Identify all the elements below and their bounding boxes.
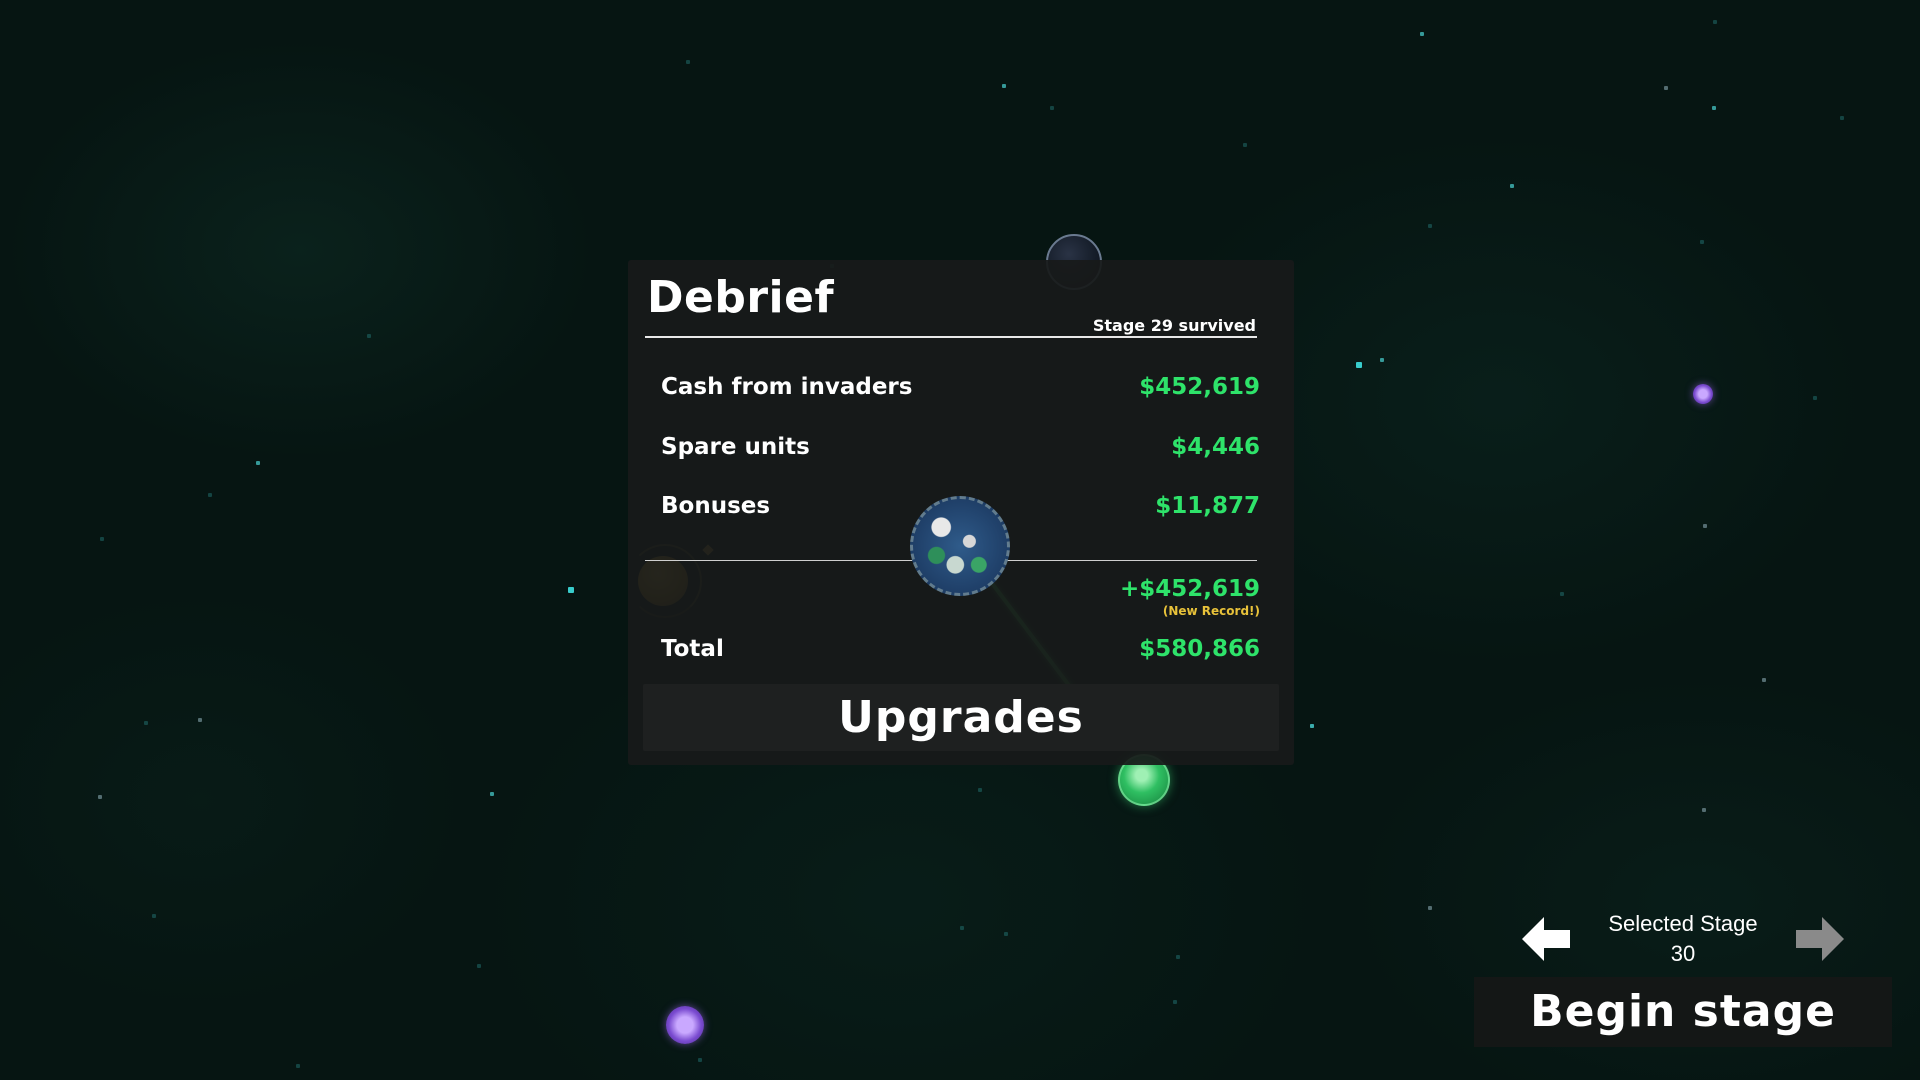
star <box>1420 32 1424 36</box>
star <box>1700 240 1704 244</box>
star <box>1380 358 1384 362</box>
star <box>1428 224 1432 228</box>
purple-planet-node[interactable] <box>666 1006 704 1044</box>
cash-from-invaders-value: $452,619 <box>1139 374 1260 400</box>
debrief-title: Debrief <box>647 272 835 323</box>
spare-units-label: Spare units <box>661 434 810 460</box>
star <box>1173 1000 1177 1004</box>
selected-stage-label: Selected Stage <box>1608 911 1758 936</box>
star <box>1702 808 1706 812</box>
star <box>686 60 690 64</box>
arrow-left-icon[interactable] <box>1518 913 1574 965</box>
star <box>1050 106 1054 110</box>
star <box>98 795 102 799</box>
star <box>1664 86 1668 90</box>
star <box>1840 116 1844 120</box>
star <box>1428 906 1432 910</box>
bonuses-label: Bonuses <box>661 493 771 519</box>
star <box>1560 592 1564 596</box>
star <box>1002 84 1006 88</box>
gain-value: +$452,619 <box>1119 576 1260 602</box>
star <box>208 493 212 497</box>
star <box>1356 362 1362 368</box>
star <box>144 721 148 725</box>
star <box>1813 396 1817 400</box>
star <box>1004 932 1008 936</box>
star <box>1713 20 1717 24</box>
star <box>1310 724 1314 728</box>
star <box>1243 143 1247 147</box>
star <box>490 792 494 796</box>
star <box>698 1058 702 1062</box>
new-record-note: (New Record!) <box>1162 604 1260 618</box>
star <box>198 718 202 722</box>
star <box>1510 184 1514 188</box>
star <box>367 334 371 338</box>
star <box>256 461 260 465</box>
total-label: Total <box>661 636 724 662</box>
total-value: $580,866 <box>1139 636 1260 662</box>
star <box>978 788 982 792</box>
star <box>1703 524 1707 528</box>
cash-from-invaders-label: Cash from invaders <box>661 374 913 400</box>
arrow-right-icon[interactable] <box>1792 913 1848 965</box>
star <box>568 587 574 593</box>
spare-units-value: $4,446 <box>1171 434 1260 460</box>
star <box>1712 106 1716 110</box>
earth-planet-node[interactable] <box>910 496 1010 596</box>
title-underline <box>645 336 1257 338</box>
star <box>960 926 964 930</box>
stage-selector: Selected Stage 30 <box>1500 895 1860 975</box>
upgrades-button[interactable]: Upgrades <box>643 684 1279 751</box>
star <box>477 964 481 968</box>
star <box>100 537 104 541</box>
begin-stage-button[interactable]: Begin stage <box>1474 977 1892 1047</box>
star <box>1176 955 1180 959</box>
stage-status: Stage 29 survived <box>1092 316 1256 335</box>
purple-planet-node[interactable] <box>1693 384 1713 404</box>
star <box>152 914 156 918</box>
selected-stage-number: 30 <box>1670 941 1696 966</box>
star <box>1762 678 1766 682</box>
bonuses-value: $11,877 <box>1155 493 1260 519</box>
star <box>296 1064 300 1068</box>
